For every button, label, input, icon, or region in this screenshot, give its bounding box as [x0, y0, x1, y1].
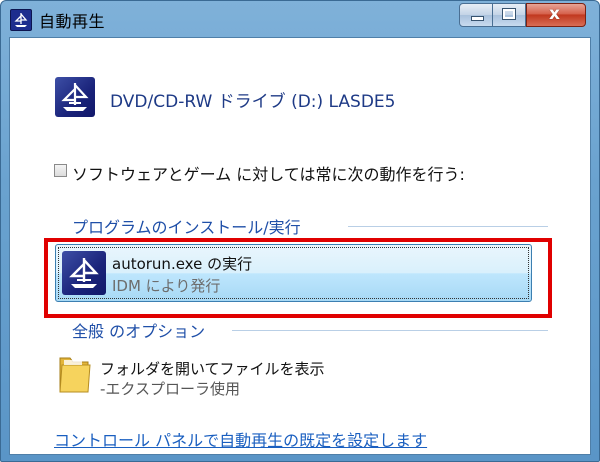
option-title: autorun.exe の実行 [112, 255, 253, 273]
title-bar[interactable]: 自動再生 x [1, 1, 599, 37]
autoplay-app-icon [10, 9, 32, 31]
group-divider [232, 330, 548, 331]
maximize-icon [502, 8, 516, 20]
control-panel-link[interactable]: コントロール パネルで自動再生の既定を設定します [54, 427, 427, 451]
maximize-button[interactable] [492, 3, 526, 27]
close-icon: x [549, 4, 560, 24]
folder-icon [59, 357, 91, 393]
group-header-install: プログラムのインストール/実行 [72, 218, 301, 237]
drive-app-icon [55, 77, 95, 117]
minimize-icon [471, 16, 484, 21]
option-subtitle: IDM により発行 [112, 277, 221, 295]
ship-glyph [61, 83, 89, 111]
ship-glyph [69, 258, 99, 288]
folder-option-button[interactable] [58, 352, 92, 394]
always-do-checkbox-label[interactable]: ソフトウェアとゲーム に対しては常に次の動作を行う: [72, 161, 465, 185]
window-title: 自動再生 [39, 12, 106, 31]
close-button[interactable]: x [526, 3, 586, 27]
group-divider [348, 226, 548, 227]
always-do-checkbox[interactable] [54, 164, 67, 177]
option-subtitle: -エクスプローラ使用 [100, 380, 240, 398]
option-title[interactable]: フォルダを開いてファイルを表示 [100, 358, 325, 379]
device-label: DVD/CD-RW ドライブ (D:) LASDE5 [110, 92, 396, 112]
app-ship-icon [62, 251, 106, 295]
minimize-button[interactable] [459, 3, 493, 27]
group-header-general: 全般 のオプション [72, 322, 206, 341]
ship-glyph [14, 13, 28, 27]
option-run-autorun[interactable]: autorun.exe の実行 IDM により発行 [55, 244, 532, 302]
